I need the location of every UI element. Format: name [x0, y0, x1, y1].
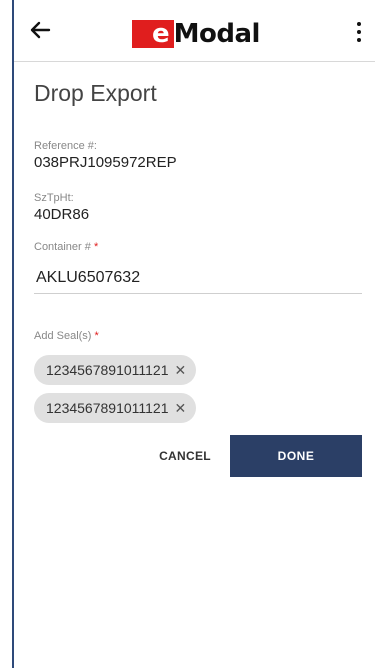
app-frame: e Modal Drop Export Reference #: 038PRJ10…	[12, 0, 375, 668]
seal-chip: 1234567891011121 ✕	[34, 355, 197, 385]
app-bar: e Modal	[14, 0, 375, 62]
emodal-logo: e Modal	[132, 20, 260, 48]
add-seals-label-text: Add Seal(s)	[34, 330, 92, 342]
logo-wordmark: Modal	[173, 19, 261, 49]
more-vertical-icon	[357, 38, 361, 42]
add-seals-label: Add Seal(s) *	[34, 330, 99, 342]
page-title: Drop Export	[34, 80, 157, 106]
seal-chip-value: 1234567891011121	[46, 400, 169, 416]
done-button[interactable]: DONE	[230, 435, 362, 477]
container-label-text: Container #	[34, 241, 91, 253]
logo-e-mark: e	[132, 20, 174, 48]
cancel-button[interactable]: CANCEL	[146, 435, 224, 477]
remove-seal-icon[interactable]: ✕	[175, 400, 187, 417]
required-marker: *	[94, 330, 99, 342]
container-label: Container # *	[34, 241, 98, 253]
remove-seal-icon[interactable]: ✕	[175, 362, 187, 379]
back-button[interactable]	[24, 14, 56, 46]
reference-label: Reference #:	[34, 140, 97, 152]
container-number-input[interactable]	[34, 262, 362, 294]
required-marker: *	[93, 241, 99, 253]
overflow-menu-button[interactable]	[349, 18, 369, 46]
seal-chip-value: 1234567891011121	[46, 362, 169, 378]
more-vertical-icon	[357, 22, 361, 26]
sztpht-value: 40DR86	[34, 206, 90, 223]
seal-chip: 1234567891011121 ✕	[34, 393, 197, 423]
more-vertical-icon	[357, 30, 361, 34]
reference-value: 038PRJ1095972REP	[34, 154, 177, 171]
sztpht-label: SzTpHt:	[34, 192, 74, 204]
arrow-left-icon	[30, 21, 51, 39]
